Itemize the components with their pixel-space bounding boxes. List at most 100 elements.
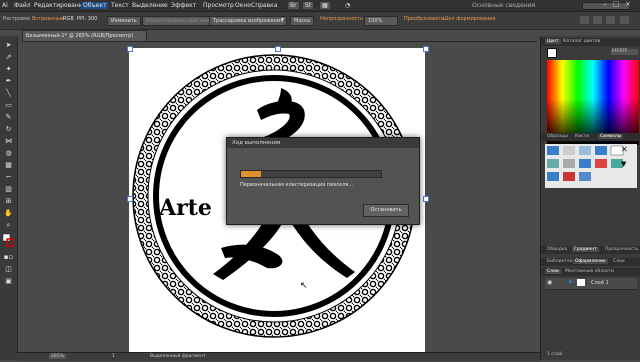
tab-transparency[interactable]: Прозрачность (605, 247, 638, 252)
pen-tool-icon[interactable]: ✒ (3, 76, 14, 86)
image-trace-button[interactable]: Трассировка изображения (209, 16, 288, 26)
align-icon[interactable] (580, 16, 589, 24)
tab-stroke[interactable]: Обводка (547, 247, 567, 252)
color-mode-label: RGB (63, 16, 74, 22)
control-bar: Растровое Встроенные RGB PPI: 300 Измени… (0, 12, 640, 30)
ppi-label: PPI: 300 (77, 16, 98, 22)
screen-mode-icon[interactable]: ▣ (3, 276, 14, 286)
width-tool-icon[interactable]: ⋈ (3, 136, 14, 146)
dialog-title: Ход выполнения (227, 138, 419, 148)
menu-file[interactable]: Файл (14, 2, 31, 9)
rectangle-tool-icon[interactable]: ▭ (3, 100, 14, 110)
handle-mr[interactable] (423, 196, 429, 202)
pointer-label[interactable]: Шел формирования (443, 16, 496, 24)
rotate-tool-icon[interactable]: ↻ (3, 124, 14, 134)
draw-mode-icon[interactable]: ◫ (3, 264, 14, 274)
arte-text: Arte (158, 195, 212, 221)
zoom-field[interactable]: 265% (49, 354, 66, 359)
graph-tool-icon[interactable]: ▥ (3, 184, 14, 194)
menu-effect[interactable]: Эффект (171, 2, 196, 9)
handle-tl[interactable] (127, 46, 133, 52)
edit-original-button[interactable]: Редактировать оригинал (142, 16, 217, 26)
hex-field[interactable]: FFFFFF (611, 49, 638, 55)
layer-name[interactable]: Слой 1 (591, 280, 609, 286)
visibility-eye-icon[interactable]: ◉ (547, 279, 552, 286)
panel-menu-icon[interactable] (620, 16, 629, 24)
tab-layers[interactable]: Слои (545, 269, 561, 274)
tab-appearance[interactable]: Оформление (573, 259, 608, 264)
opacity-field[interactable]: 100% (364, 16, 398, 26)
bridge-icon[interactable]: Br (288, 2, 299, 9)
handle-tr[interactable] (423, 46, 429, 52)
line-tool-icon[interactable]: ╲ (3, 88, 14, 98)
trace-preset-dropdown-icon[interactable]: ▾ (281, 16, 284, 24)
magic-wand-tool-icon[interactable]: ✦ (3, 64, 14, 74)
page-field[interactable]: 1 (112, 354, 115, 359)
tab-layers-alt[interactable]: Слои (613, 259, 625, 264)
menu-type[interactable]: Текст (111, 2, 129, 9)
layer-row[interactable]: ◉ ▶ Слой 1 (545, 278, 637, 290)
eyedropper-tool-icon[interactable]: ⌐ (3, 172, 14, 182)
tools-panel: ➤ ⇗ ✦ ✒ ╲ ▭ ✎ ↻ ⋈ ◍ ▦ ⌐ ▥ ⊞ ✋ ⌕ ▪▫ ◫ ▣ (0, 36, 18, 360)
mouse-cursor-icon: ↖ (300, 281, 308, 291)
tab-libraries[interactable]: Библиотеки (547, 259, 575, 264)
stock-icon[interactable]: St (303, 2, 314, 9)
tab-color[interactable]: Цвет (545, 39, 561, 44)
pencil-tool-icon[interactable]: ✎ (3, 112, 14, 122)
embedded-link[interactable]: Встроенные (32, 16, 64, 24)
stop-button[interactable]: Остановить (363, 204, 409, 217)
arrange-documents-icon[interactable]: ▦ (320, 2, 330, 9)
edit-button[interactable]: Изменить (107, 16, 141, 26)
handle-ml[interactable] (127, 196, 133, 202)
close-symbol-icon[interactable]: ✕ (621, 145, 628, 154)
tab-symbols[interactable]: Символы (598, 134, 624, 139)
handle-tc[interactable] (275, 46, 281, 52)
status-tool-label: Выделенный фрагмент (150, 354, 206, 359)
layers-panel-tabs: Слои Монтажные области (541, 268, 640, 276)
distribute-icon[interactable] (593, 16, 602, 24)
tab-swatches[interactable]: Образцы (547, 134, 568, 139)
expand-layer-icon[interactable]: ▶ (569, 279, 573, 285)
zoom-tool-icon[interactable]: ⌕ (3, 220, 14, 230)
progress-status: Первоначальная кластеризация пикселя... (240, 182, 354, 188)
sync-settings-icon[interactable]: ◔ (345, 2, 350, 9)
menu-edit[interactable]: Редактирование (34, 2, 86, 9)
layers-count: 1 слой (547, 352, 563, 357)
tab-gradient[interactable]: Градиент (572, 247, 599, 252)
fill-swatch[interactable] (547, 48, 557, 58)
artboard-tool-icon[interactable]: ⊞ (3, 196, 14, 206)
progress-dialog: Ход выполнения Первоначальная кластериза… (226, 137, 420, 225)
right-panel-dock: Цвет Каталог цветов FFFFFF Образцы Кисти… (540, 36, 640, 360)
maximize-icon[interactable]: □ (613, 0, 620, 8)
workspace-switcher[interactable]: Основные сведения (472, 2, 535, 9)
color-panel-tabs: Цвет Каталог цветов (541, 38, 640, 46)
selection-tool-icon[interactable]: ➤ (3, 40, 14, 50)
menu-select[interactable]: Выделение (132, 2, 168, 9)
tab-color-guide[interactable]: Каталог цветов (563, 39, 600, 44)
dropdown-symbol-icon[interactable]: ▼ (621, 160, 626, 168)
tab-divider (22, 41, 537, 42)
color-mode-buttons-icon[interactable]: ▪▫ (3, 252, 14, 262)
mask-button[interactable]: Маска (290, 16, 315, 26)
close-icon[interactable]: × (625, 0, 631, 8)
transform-link[interactable]: Преобразовать (404, 16, 444, 24)
fill-stroke-icon[interactable] (2, 233, 15, 248)
library-panel-tabs: Библиотеки Оформление Слои (541, 258, 640, 266)
progress-fill (241, 171, 261, 177)
stroke-panel-tabs: Обводка Градиент Прозрачность (541, 246, 640, 254)
opacity-link[interactable]: Непрозрачность (320, 16, 363, 24)
transform-icon[interactable] (606, 16, 615, 24)
minimize-icon[interactable]: – (603, 0, 607, 8)
menu-view[interactable]: Просмотр (203, 2, 234, 9)
ai-logo: Ai (2, 2, 8, 9)
shape-builder-tool-icon[interactable]: ◍ (3, 148, 14, 158)
layer-thumbnail (577, 279, 585, 286)
tab-artboards[interactable]: Монтажные области (565, 269, 614, 274)
menu-object[interactable]: Объект (81, 2, 109, 9)
direct-selection-tool-icon[interactable]: ⇗ (3, 52, 14, 62)
menu-help[interactable]: Справка (251, 2, 277, 9)
hand-tool-icon[interactable]: ✋ (3, 208, 14, 218)
menu-window[interactable]: Окно (235, 2, 251, 9)
mesh-tool-icon[interactable]: ▦ (3, 160, 14, 170)
tab-brushes[interactable]: Кисти (575, 134, 589, 139)
